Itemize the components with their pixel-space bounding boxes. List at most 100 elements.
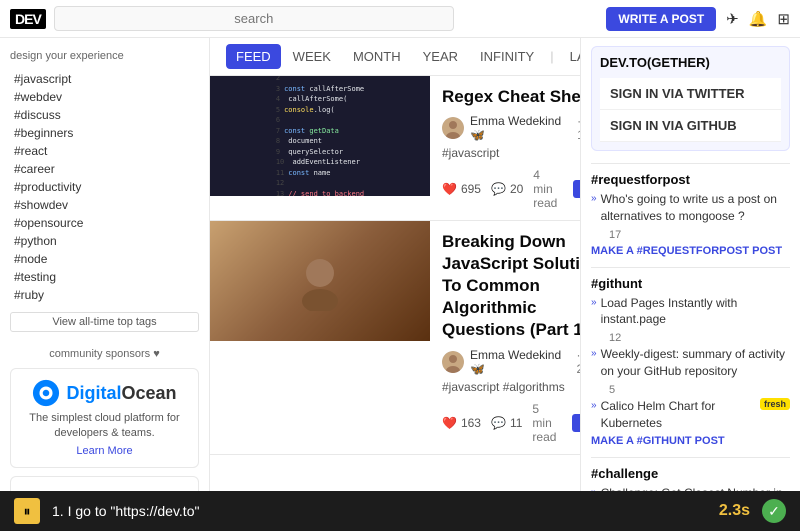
- tab-year[interactable]: YEAR: [413, 44, 468, 69]
- tab-feed[interactable]: FEED: [226, 44, 281, 69]
- triplebyte-name: ◼ TRIPLEBYTE: [21, 487, 188, 491]
- sidebar-tag[interactable]: #discuss: [10, 106, 199, 124]
- save-button-2[interactable]: SAVE: [572, 414, 580, 432]
- avatar-image-2: [442, 351, 464, 373]
- post-thumbnail-1: 1}); 2 3const callAfterSome 4 callAfterS…: [210, 76, 430, 196]
- left-sidebar: design your experience #javascript#webde…: [0, 38, 210, 491]
- sidebar-title: design your experience: [10, 50, 199, 62]
- grid-icon[interactable]: ⊞: [777, 10, 790, 28]
- digital-ocean-link[interactable]: Learn More: [76, 445, 132, 457]
- sidebar-tag[interactable]: #node: [10, 250, 199, 268]
- hashtag-count: 5: [609, 384, 790, 396]
- right-sections-container: #requestforpost » Who's going to write us …: [591, 163, 790, 491]
- search-input[interactable]: [54, 6, 454, 31]
- save-button-1[interactable]: SAVE: [573, 180, 580, 198]
- comment-icon-2: 💬: [491, 416, 506, 430]
- hashtag-section-githunt: #githunt»Load Pages Instantly with insta…: [591, 267, 790, 448]
- post-avatar-1: [442, 117, 464, 139]
- dev-together-title: DEV.TO(GETHER): [600, 55, 781, 70]
- hashtag-item: » Who's going to write us a post on alter…: [591, 191, 790, 225]
- sidebar-tag[interactable]: #testing: [10, 268, 199, 286]
- post-body-1: Regex Cheat Sheet Emma Wedekind 🦋 · Feb …: [430, 76, 580, 220]
- hashtag-item: »Challenge: Get Closest Number in an Arr…: [591, 485, 790, 491]
- post-author-2: Emma Wedekind 🦋: [470, 348, 571, 376]
- hashtag-title-challenge: #challenge: [591, 466, 790, 481]
- post-card-2: Breaking Down JavaScript Solutions To Co…: [210, 221, 580, 454]
- tab-latest[interactable]: LATEST: [560, 44, 580, 69]
- post-meta-1: ❤️ 695 💬 20 4 min read SAVE: [442, 168, 580, 210]
- sidebar-tag[interactable]: #ruby: [10, 286, 199, 304]
- write-post-button[interactable]: WRITE A POST: [606, 7, 716, 31]
- step-instruction: 1. I go to "https://dev.to": [52, 503, 707, 519]
- post-title-2[interactable]: Breaking Down JavaScript Solutions To Co…: [442, 231, 580, 341]
- main-layout: design your experience #javascript#webde…: [0, 38, 800, 491]
- post-tags-2: #javascript #algorithms: [442, 380, 580, 394]
- post-title-1[interactable]: Regex Cheat Sheet: [442, 86, 580, 108]
- sidebar-tag[interactable]: #career: [10, 160, 199, 178]
- hearts-1: ❤️ 695: [442, 182, 481, 196]
- bullet-icon: »: [591, 297, 597, 308]
- view-all-tags-link[interactable]: View all-time top tags: [10, 312, 199, 332]
- sidebar-tag[interactable]: #react: [10, 142, 199, 160]
- sidebar-tag[interactable]: #showdev: [10, 196, 199, 214]
- make-post-link-githunt[interactable]: MAKE A #GITHUNT POST: [591, 435, 790, 447]
- hashtag-item-text[interactable]: Weekly-digest: summary of activity on yo…: [601, 346, 790, 380]
- hashtag-item: »Calico Helm Chart for Kubernetesfresh: [591, 398, 790, 432]
- sidebar-tag[interactable]: #javascript: [10, 70, 199, 88]
- tag-list: #javascript#webdev#discuss#beginners#rea…: [10, 70, 199, 304]
- avatar-image-1: [442, 117, 464, 139]
- section-divider: [591, 267, 790, 268]
- hashtag-item-text[interactable]: Calico Helm Chart for Kubernetes: [601, 398, 756, 432]
- tab-infinity[interactable]: INFINITY: [470, 44, 544, 69]
- pause-button[interactable]: ⏸: [14, 498, 40, 524]
- digital-ocean-card: DigitalOcean The simplest cloud platform…: [10, 368, 199, 468]
- heart-count-2: 163: [461, 416, 481, 430]
- dev-logo[interactable]: DEV: [10, 9, 46, 29]
- bullet-icon: »: [591, 400, 597, 411]
- bullet-icon: »: [591, 193, 597, 204]
- tab-divider: |: [550, 49, 553, 64]
- sign-in-twitter-button[interactable]: SIGN IN VIA TWITTER: [600, 78, 781, 110]
- sidebar-tag[interactable]: #productivity: [10, 178, 199, 196]
- sidebar-tag[interactable]: #opensource: [10, 214, 199, 232]
- post-img-2: [290, 251, 350, 311]
- hashtag-title-requestforpost: #requestforpost: [591, 172, 790, 187]
- timer-display: 2.3s: [719, 502, 750, 520]
- read-time-1: 4 min read: [533, 168, 557, 210]
- hearts-2: ❤️ 163: [442, 416, 481, 430]
- sidebar-tag[interactable]: #webdev: [10, 88, 199, 106]
- comments-1: 💬 20: [491, 182, 523, 196]
- right-sidebar: DEV.TO(GETHER) SIGN IN VIA TWITTER SIGN …: [580, 38, 800, 491]
- comment-count-1: 20: [510, 182, 523, 196]
- sidebar-tag[interactable]: #python: [10, 232, 199, 250]
- comments-2: 💬 11: [491, 416, 522, 430]
- tab-week[interactable]: WEEK: [283, 44, 341, 69]
- hashtag-count: 12: [609, 332, 790, 344]
- hashtag-item-text[interactable]: Challenge: Get Closest Number in an Arra…: [601, 485, 790, 491]
- tab-month[interactable]: MONTH: [343, 44, 411, 69]
- post-avatar-2: [442, 351, 464, 373]
- community-sponsors: community sponsors ♥ DigitalOcean The si…: [10, 348, 199, 491]
- heart-count-1: 695: [461, 182, 481, 196]
- comment-count-2: 11: [510, 416, 522, 430]
- sign-in-github-button[interactable]: SIGN IN VIA GITHUB: [600, 110, 781, 142]
- make-post-link-requestforpost[interactable]: MAKE A #REQUESTFORPOST POST: [591, 245, 790, 257]
- hashtag-item-text[interactable]: Load Pages Instantly with instant.page: [601, 295, 790, 329]
- heart-icon-2: ❤️: [442, 416, 457, 430]
- sidebar-tag[interactable]: #beginners: [10, 124, 199, 142]
- read-time-2: 5 min read: [532, 402, 556, 444]
- post-author-row-2: Emma Wedekind 🦋 · Feb 20: [442, 348, 580, 376]
- send-icon[interactable]: ✈: [726, 10, 739, 28]
- sponsors-title: community sponsors ♥: [10, 348, 199, 360]
- post-body-2: Breaking Down JavaScript Solutions To Co…: [430, 221, 580, 453]
- post-card-1: 1}); 2 3const callAfterSome 4 callAfterS…: [210, 76, 580, 221]
- center-content: FEEDWEEKMONTHYEARINFINITY | LATEST 1}); 2 …: [210, 38, 580, 491]
- bell-icon[interactable]: 🔔: [749, 10, 768, 28]
- hashtag-item-text[interactable]: Who's going to write us a post on altern…: [601, 191, 790, 225]
- triplebyte-card: ◼ TRIPLEBYTE: [10, 476, 199, 491]
- section-divider: [591, 163, 790, 164]
- topbar: DEV WRITE A POST ✈ 🔔 ⊞: [0, 0, 800, 38]
- check-icon: ✓: [762, 499, 786, 523]
- heart-icon-1: ❤️: [442, 182, 457, 196]
- section-divider: [591, 457, 790, 458]
